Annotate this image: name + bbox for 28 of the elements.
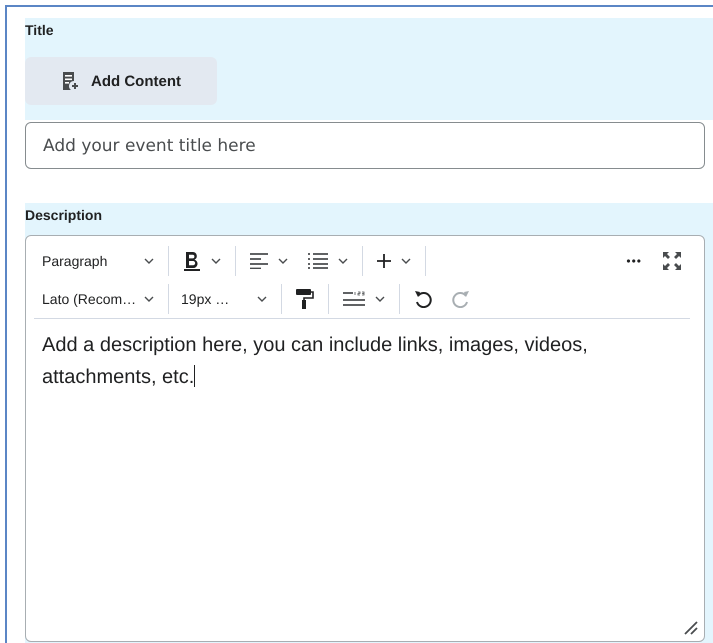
- redo-icon: [452, 290, 470, 308]
- chevron-down-icon: [278, 258, 288, 264]
- chevron-down-icon: [375, 296, 385, 302]
- chevron-down-icon: [144, 258, 154, 264]
- description-text[interactable]: Add a description here, you can include links, images, videos, attachments, etc.: [42, 329, 682, 393]
- plus-icon: [377, 254, 391, 268]
- font-dropdown[interactable]: Lato (Recom…: [34, 282, 164, 316]
- fullscreen-icon: [662, 251, 682, 271]
- title-input-field[interactable]: Add your event title here: [25, 122, 705, 169]
- paint-roller-icon: [296, 289, 314, 309]
- chevron-down-icon: [338, 258, 348, 264]
- list-icon: [308, 253, 328, 269]
- bold-icon: [183, 251, 201, 271]
- chevron-down-icon: [257, 296, 267, 302]
- chevron-down-icon: [211, 258, 221, 264]
- title-label: Title: [25, 21, 55, 40]
- undo-icon: [414, 290, 432, 308]
- block-format-dropdown[interactable]: Paragraph: [34, 244, 164, 278]
- description-label: Description: [25, 206, 104, 225]
- add-content-button[interactable]: Add Content: [25, 57, 217, 105]
- more-button[interactable]: •••: [616, 244, 652, 278]
- font-size-dropdown[interactable]: 19px …: [173, 282, 277, 316]
- chevron-down-icon: [401, 258, 411, 264]
- chevron-down-icon: [144, 296, 154, 302]
- line-height-icon: [343, 291, 365, 307]
- document-add-icon: [61, 71, 79, 91]
- align-left-icon: [250, 253, 268, 269]
- resize-handle-icon[interactable]: [684, 621, 698, 635]
